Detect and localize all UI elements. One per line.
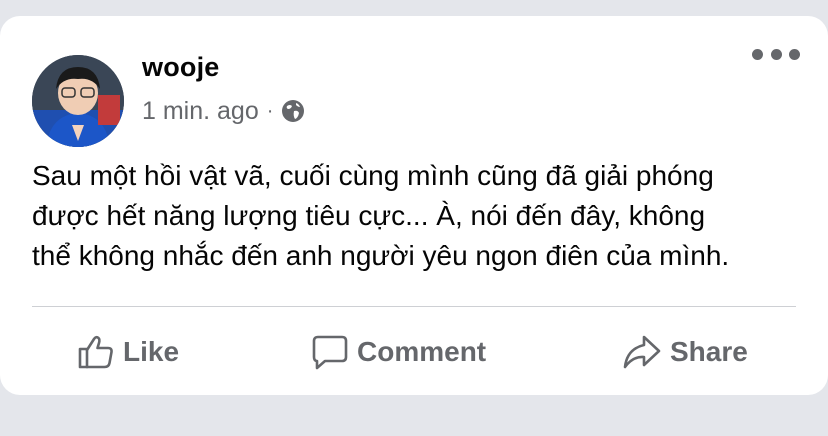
comment-label: Comment [357,336,487,367]
meta-separator: · [266,99,274,122]
comment-button[interactable]: Comment [311,332,486,372]
globe-icon [282,100,305,122]
share-label: Share [670,336,748,367]
post-meta: 1 min. ago · [142,96,305,126]
more-options-button[interactable] [752,44,800,64]
post-body: Sau một hồi vật vã, cuối cùng mình cũng … [32,156,802,276]
more-dot-icon [770,48,782,60]
avatar-image [32,55,124,147]
thumbs-up-icon [78,335,113,369]
post-text-line: được hết năng lượng tiêu cực... À, nói đ… [32,200,706,231]
avatar[interactable] [32,55,124,147]
divider [32,306,796,307]
post-card: wooje 1 min. ago · Sau một hồi vật vã, c… [0,16,828,395]
post-text-line: thể không nhắc đến anh người yêu ngon đi… [32,240,730,271]
action-bar: Like Comment Share [0,332,828,372]
comment-bubble-icon [312,335,348,370]
author-name[interactable]: wooje [142,52,220,83]
like-label: Like [123,336,180,367]
share-button[interactable]: Share [622,332,748,372]
more-dot-icon [752,48,763,60]
more-dot-icon [789,48,800,60]
share-arrow-icon [623,335,661,369]
post-text-line: Sau một hồi vật vã, cuối cùng mình cũng … [32,160,714,191]
like-button[interactable]: Like [77,332,179,372]
post-timestamp[interactable]: 1 min. ago [142,97,259,126]
